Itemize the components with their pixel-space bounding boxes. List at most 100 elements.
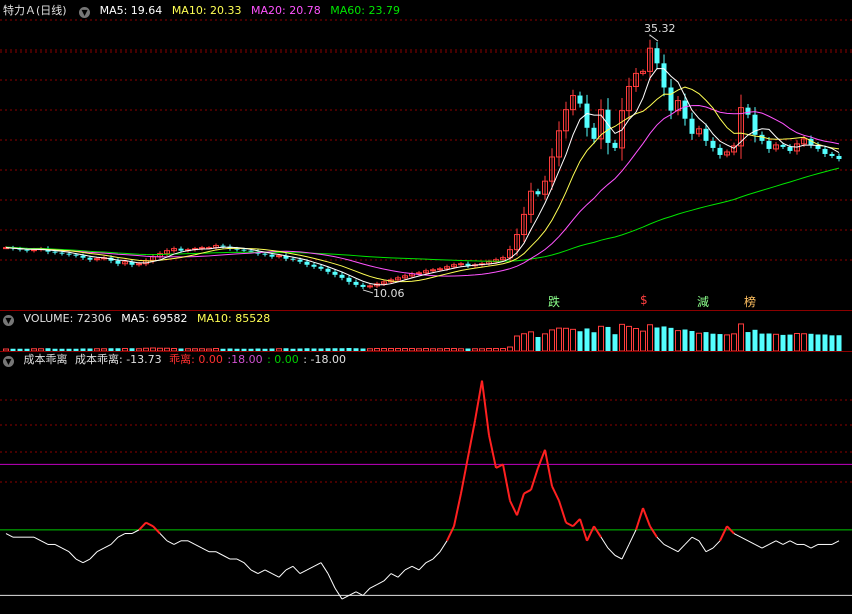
indicator-segment [243, 562, 252, 571]
volume-bar [591, 332, 597, 351]
indicator-segment [768, 540, 777, 545]
indicator-segment [145, 521, 154, 528]
indicator-segment [75, 558, 84, 564]
candle-body [717, 147, 723, 155]
candle-body [248, 250, 254, 252]
indicator-segment [236, 558, 245, 564]
ma10-line [5, 86, 840, 283]
volume-bar [584, 328, 590, 351]
low-marker [362, 289, 374, 294]
indicator-segment [474, 380, 483, 421]
volume-bar [675, 330, 681, 351]
indicator-segment [222, 554, 231, 560]
indicator-segment [369, 584, 378, 589]
indicator-chart[interactable] [0, 352, 852, 614]
signal-label-4: 榜 [744, 295, 757, 309]
candle-body [178, 248, 184, 251]
indicator-segment [194, 544, 203, 549]
volume-chart[interactable] [0, 311, 852, 351]
candle-body [332, 271, 338, 275]
volume-bar [647, 324, 653, 351]
volume-bar [773, 333, 779, 351]
candle-body [353, 281, 359, 285]
indicator-segment [61, 547, 70, 553]
candle-body [269, 254, 275, 257]
signal-label-1: 跌 [548, 295, 561, 309]
indicator-segment [565, 521, 574, 528]
candle-body [787, 146, 793, 151]
indicator-segment [614, 554, 623, 560]
high-price-label: 35.32 [644, 22, 676, 35]
indicator-segment [656, 536, 665, 545]
indicator-segment [502, 464, 511, 501]
volume-bar [696, 332, 702, 351]
indicator-segment [635, 507, 644, 531]
volume-bar [514, 335, 520, 351]
volume-bar [626, 325, 632, 351]
indicator-segment [334, 587, 343, 600]
indicator-segment [362, 587, 371, 596]
candle-body [220, 245, 226, 247]
volume-bar [549, 329, 555, 351]
indicator-segment [558, 500, 567, 523]
indicator-segment [509, 500, 518, 516]
indicator-segment [327, 573, 336, 589]
volume-bar [598, 325, 604, 351]
volume-bar [521, 333, 527, 351]
indicator-segment [600, 536, 609, 549]
volume-bar [710, 333, 716, 351]
volume-bar [535, 337, 541, 351]
indicator-segment [831, 540, 840, 545]
indicator-segment [411, 565, 420, 571]
indicator-segment [82, 558, 91, 564]
indicator-segment [754, 544, 763, 549]
candle-body [360, 284, 366, 287]
candle-body [304, 261, 310, 265]
indicator-segment [271, 573, 280, 578]
volume-bar [745, 332, 751, 351]
indicator-segment [292, 565, 301, 574]
indicator-segment [782, 540, 791, 545]
indicator-segment [761, 544, 770, 549]
indicator-segment [530, 467, 539, 491]
indicator-segment [649, 525, 658, 538]
indicator-segment [201, 547, 210, 553]
candle-body [584, 103, 590, 128]
indicator-segment [397, 569, 406, 578]
indicator-segment [642, 507, 651, 527]
candle-body [654, 48, 660, 64]
indicator-panel[interactable]: ▼ 成本乖离 成本乖离: -13.73 乖离: 0.00 :18.00 : 0.… [0, 352, 852, 614]
candle-body [80, 255, 86, 258]
indicator-segment [544, 449, 553, 487]
candle-body [591, 127, 597, 139]
volume-bar [829, 335, 835, 351]
volume-bar [577, 331, 583, 351]
candle-body [73, 254, 79, 256]
candle-body [745, 107, 751, 115]
indicator-segment [586, 525, 595, 542]
signal-label-2: $ [640, 293, 648, 307]
candle-body [318, 266, 324, 269]
indicator-segment [446, 525, 455, 542]
candle-body [577, 95, 583, 104]
volume-bar [780, 334, 786, 351]
candle-body [612, 142, 618, 148]
indicator-segment [621, 544, 630, 560]
indicator-segment [264, 569, 273, 575]
volume-bar [528, 331, 534, 351]
indicator-segment [313, 562, 322, 567]
indicator-segment [138, 521, 147, 531]
indicator-segment [516, 493, 525, 516]
indicator-segment [285, 565, 294, 571]
candle-body [535, 191, 541, 195]
indicator-segment [33, 536, 42, 542]
indicator-segment [803, 544, 812, 549]
indicator-segment [187, 540, 196, 545]
indicator-segment [390, 573, 399, 578]
volume-bar [640, 330, 646, 351]
kline-chart[interactable] [0, 0, 852, 310]
kline-panel[interactable]: 特力Ａ(日线) ▼ MA5: 19.64 MA10: 20.33 MA20: 2… [0, 0, 852, 310]
indicator-segment [173, 540, 182, 545]
volume-panel[interactable]: ▼ VOLUME: 72306 MA5: 69582 MA10: 85528 [0, 311, 852, 351]
volume-bar [612, 334, 618, 351]
